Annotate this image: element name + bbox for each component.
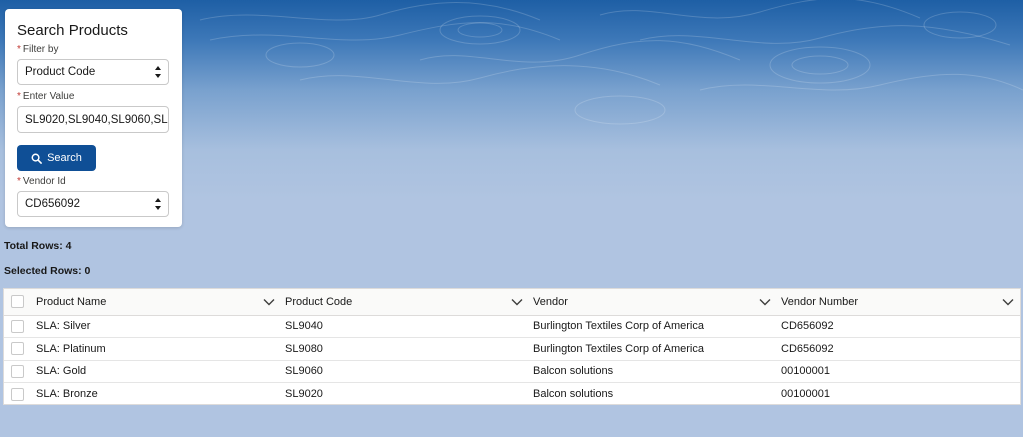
table-row[interactable]: SLA: Platinum SL9080 Burlington Textiles…: [4, 337, 1020, 361]
cell-vendor-number: 00100001: [777, 360, 1020, 383]
table-row[interactable]: SLA: Bronze SL9020 Balcon solutions 0010…: [4, 383, 1020, 406]
enter-value-input[interactable]: [17, 106, 169, 133]
cell-vendor-number: 00100001: [781, 388, 830, 400]
filter-by-label: * Filter by: [17, 44, 59, 55]
row-select-cell: [4, 383, 32, 406]
required-mark: *: [17, 91, 21, 102]
column-header-product-code[interactable]: Product Code: [281, 289, 529, 316]
cell-product-code: SL9080: [281, 337, 529, 361]
column-header-vendor[interactable]: Vendor: [529, 289, 777, 316]
card-title: Search Products: [17, 22, 128, 39]
cell-product-code: SL9020: [285, 388, 323, 400]
select-all-cell: [4, 289, 32, 316]
row-checkbox[interactable]: [11, 387, 24, 401]
search-button[interactable]: Search: [17, 145, 96, 171]
cell-vendor: Burlington Textiles Corp of America: [529, 315, 777, 338]
row-select-cell: [4, 315, 32, 338]
chevron-down-icon[interactable]: [263, 298, 275, 306]
select-arrows-icon: [155, 66, 161, 78]
select-arrows-icon: [155, 198, 161, 210]
column-header-label: Product Name: [36, 295, 107, 308]
search-button-label: Search: [47, 152, 82, 164]
chevron-down-icon[interactable]: [1002, 298, 1014, 306]
required-mark: *: [17, 176, 21, 187]
cell-vendor: Balcon solutions: [529, 360, 777, 383]
total-rows: Total Rows: 4: [4, 240, 72, 252]
column-header-label: Vendor Number: [781, 295, 859, 308]
cell-product-name: SLA: Gold: [32, 360, 281, 383]
column-header-vendor-number[interactable]: Vendor Number: [777, 289, 1020, 316]
table-row[interactable]: SLA: Silver SL9040 Burlington Textiles C…: [4, 315, 1020, 338]
chevron-down-icon[interactable]: [759, 298, 771, 306]
chevron-down-icon[interactable]: [511, 298, 523, 306]
row-checkbox[interactable]: [11, 342, 24, 356]
vendor-id-label: * Vendor Id: [17, 176, 66, 187]
cell-product-code: SL9040: [281, 315, 529, 338]
table-header-row: Product Name Product Code Vendor Vendor …: [4, 289, 1020, 316]
filter-by-select[interactable]: Product Code: [17, 59, 169, 85]
enter-value-label: * Enter Value: [17, 91, 75, 102]
vendor-id-value: CD656092: [25, 198, 80, 210]
row-select-cell: [4, 337, 32, 361]
cell-product-name: SLA: Platinum: [32, 337, 281, 361]
vendor-id-select[interactable]: CD656092: [17, 191, 169, 217]
row-checkbox[interactable]: [11, 319, 24, 333]
cell-product-code: SL9060: [281, 360, 529, 383]
select-all-checkbox[interactable]: [11, 295, 24, 309]
cell-vendor: Balcon solutions: [533, 388, 614, 400]
column-header-label: Product Code: [285, 295, 353, 308]
row-checkbox[interactable]: [11, 364, 24, 378]
search-products-card: Search Products * Filter by Product Code …: [5, 9, 182, 227]
cell-vendor: Burlington Textiles Corp of America: [529, 337, 777, 361]
products-table: Product Name Product Code Vendor Vendor …: [3, 288, 1021, 405]
required-mark: *: [17, 44, 21, 55]
table-row[interactable]: SLA: Gold SL9060 Balcon solutions 001000…: [4, 360, 1020, 383]
selected-rows: Selected Rows: 0: [4, 265, 91, 277]
row-select-cell: [4, 360, 32, 383]
column-header-label: Vendor: [533, 295, 568, 308]
column-header-product-name[interactable]: Product Name: [32, 289, 281, 316]
cell-vendor-number: CD656092: [777, 337, 1020, 361]
filter-by-value: Product Code: [25, 66, 96, 78]
cell-vendor-number: CD656092: [777, 315, 1020, 338]
cell-product-name: SLA: Silver: [32, 315, 281, 338]
search-icon: [31, 153, 42, 164]
cell-product-name: SLA: Bronze: [36, 388, 98, 400]
